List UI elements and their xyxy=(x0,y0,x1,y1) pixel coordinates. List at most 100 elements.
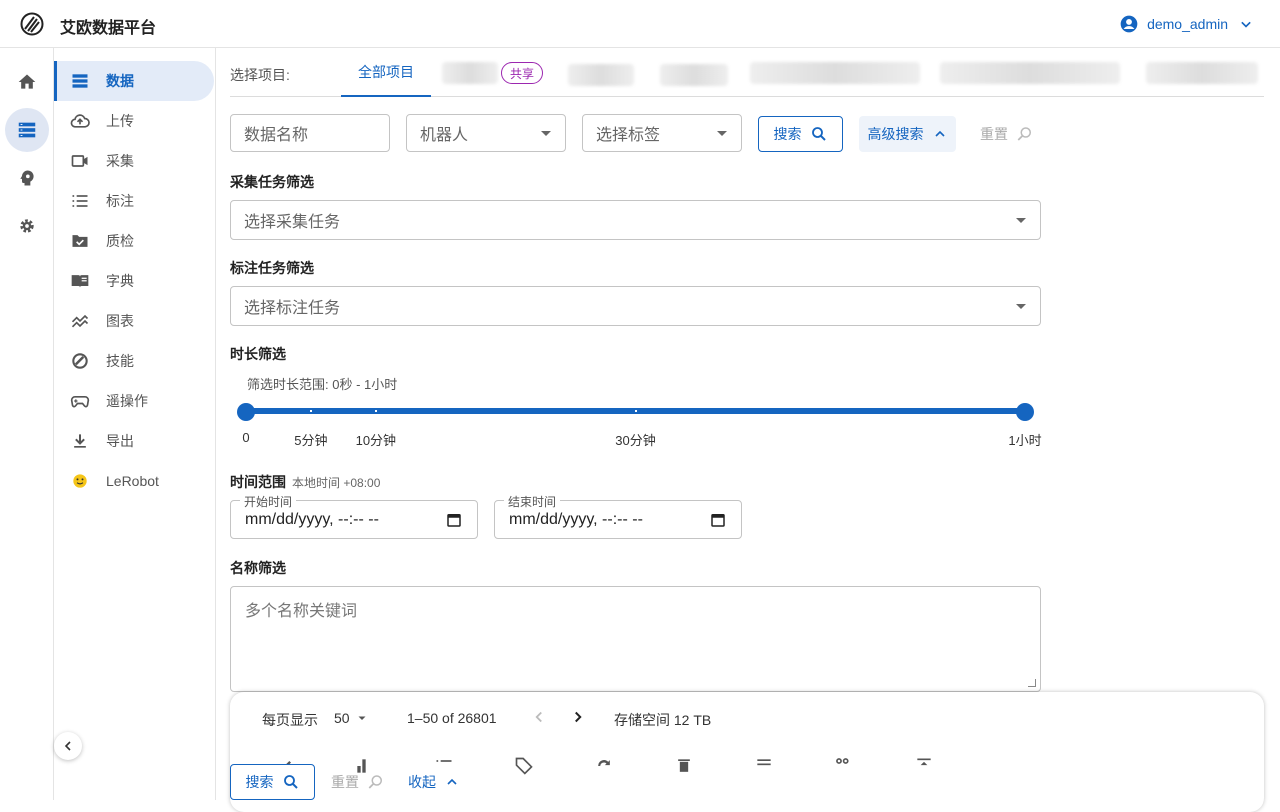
calendar-icon[interactable] xyxy=(445,511,463,529)
rail-psychology[interactable] xyxy=(5,156,49,200)
caret-down-icon xyxy=(1016,304,1026,309)
resize-handle[interactable] xyxy=(1028,679,1036,687)
sidebar-item-collect[interactable]: 采集 xyxy=(54,141,214,181)
merge-icon[interactable] xyxy=(834,756,854,776)
cloud-upload-icon xyxy=(70,114,90,128)
gear-icon xyxy=(20,219,34,233)
bottom-reset-button[interactable]: 重置 xyxy=(331,764,385,800)
rail-storage[interactable] xyxy=(5,108,49,152)
slider-tick xyxy=(374,410,377,412)
label-task-placeholder: 选择标注任务 xyxy=(244,300,341,317)
pagination-toolbar: 每页显示 50 1–50 of 26801 存储空间 12 TB xyxy=(230,692,1264,812)
calendar-icon[interactable] xyxy=(709,511,727,529)
slider-mark-label: 0 xyxy=(242,430,250,445)
sidebar-item-charts[interactable]: 图表 xyxy=(54,301,214,341)
advanced-search-button[interactable]: 高级搜索 xyxy=(859,116,956,152)
collect-task-select[interactable]: 选择采集任务 xyxy=(230,200,1041,240)
sidebar-item-dictionary[interactable]: 字典 xyxy=(54,261,214,301)
slider-thumb-max[interactable] xyxy=(1016,403,1034,421)
rail-home[interactable] xyxy=(5,60,49,104)
search-off-icon xyxy=(1017,127,1031,141)
advanced-search-label: 高级搜索 xyxy=(867,126,924,142)
sidebar-item-label: 导出 xyxy=(106,433,134,449)
chevron-left-icon[interactable] xyxy=(530,708,548,726)
reset-button-label: 重置 xyxy=(980,126,1008,142)
collapse-filters-button[interactable]: 收起 xyxy=(408,764,460,800)
label-task-select[interactable]: 选择标注任务 xyxy=(230,286,1041,326)
app-title: 艾欧数据平台 xyxy=(60,20,157,37)
sidebar-item-label: 标注 xyxy=(106,193,134,209)
collapse-filters-label: 收起 xyxy=(408,774,436,790)
sidebar-item-export[interactable]: 导出 xyxy=(54,421,214,461)
slider-mark-label: 1小时 xyxy=(1008,433,1042,448)
collect-filter-label: 采集任务筛选 xyxy=(230,174,314,190)
sidebar-item-label: 遥操作 xyxy=(106,393,148,409)
reset-button[interactable]: 重置 xyxy=(980,116,1034,152)
end-time-legend: 结束时间 xyxy=(504,493,561,510)
gamepad-icon xyxy=(70,396,90,408)
name-keywords-textarea[interactable]: 多个名称关键词 xyxy=(230,586,1041,692)
bottom-search-button[interactable]: 搜索 xyxy=(230,764,315,800)
tab-blurred[interactable] xyxy=(568,64,634,86)
robot-select[interactable]: 机器人 xyxy=(406,114,566,152)
tab-blurred[interactable] xyxy=(940,62,1120,84)
sidebar-item-data[interactable]: 数据 xyxy=(54,61,214,101)
sidebar-item-label: 数据 xyxy=(106,73,134,89)
format-list-icon xyxy=(72,195,88,207)
tab-blurred[interactable] xyxy=(1146,62,1258,84)
refresh-icon[interactable] xyxy=(594,756,614,776)
start-time-legend: 开始时间 xyxy=(240,493,297,510)
tag-icon[interactable] xyxy=(514,756,534,776)
sidebar-item-label: 上传 xyxy=(106,113,134,129)
caret-down-icon xyxy=(1016,218,1026,223)
tab-all-projects[interactable]: 全部项目 xyxy=(341,48,431,97)
sidebar-item-teleop[interactable]: 遥操作 xyxy=(54,381,214,421)
chevron-right-icon[interactable] xyxy=(569,708,587,726)
timezone-note: 本地时间 +08:00 xyxy=(292,476,381,490)
side-nav: 数据 上传 采集 标注 质检 字典 图表 技能 遥操作 导出 LeRobot xyxy=(54,48,216,800)
start-time-field[interactable]: 开始时间 mm/dd/yyyy, --:-- -- xyxy=(230,493,478,539)
list-icon xyxy=(72,74,88,88)
slider-thumb-min[interactable] xyxy=(237,403,255,421)
tabs-label: 选择项目: xyxy=(230,67,290,83)
end-time-value: mm/dd/yyyy, --:-- -- xyxy=(509,510,643,528)
data-name-input[interactable]: 数据名称 xyxy=(230,114,390,152)
slider-tick xyxy=(309,410,312,412)
collapse-sidebar-button[interactable] xyxy=(54,732,82,760)
page-range: 1–50 of 26801 xyxy=(407,710,497,726)
label-filter-label: 标注任务筛选 xyxy=(230,260,314,276)
storage-usage: 存储空间 12 TB xyxy=(614,712,712,728)
search-off-icon xyxy=(368,775,382,789)
vertical-align-top-icon[interactable] xyxy=(914,756,934,776)
chevron-left-icon xyxy=(64,741,71,751)
rail-settings[interactable] xyxy=(5,204,49,248)
end-time-field[interactable]: 结束时间 mm/dd/yyyy, --:-- -- xyxy=(494,493,742,539)
collect-task-placeholder: 选择采集任务 xyxy=(244,214,341,231)
logo-icon xyxy=(20,12,44,36)
sidebar-item-skills[interactable]: 技能 xyxy=(54,341,214,381)
sidebar-item-annotate[interactable]: 标注 xyxy=(54,181,214,221)
user-menu[interactable]: demo_admin xyxy=(1119,14,1256,34)
sidebar-item-label: 质检 xyxy=(106,233,134,249)
sidebar-item-qc[interactable]: 质检 xyxy=(54,221,214,261)
main-content: 选择项目: 全部项目 共享 数据名称 机器人 选择标签 搜索 高级搜索 重置 采… xyxy=(216,48,1280,812)
tab-blurred[interactable] xyxy=(442,62,498,84)
slider-mark-label: 10分钟 xyxy=(355,433,397,448)
sidebar-item-lerobot[interactable]: LeRobot xyxy=(54,461,214,501)
tab-blurred[interactable] xyxy=(750,62,920,84)
rows-per-page-select[interactable]: 50 xyxy=(334,710,368,726)
caret-down-icon xyxy=(717,131,727,136)
menu-icon[interactable] xyxy=(754,756,774,776)
sidebar-item-upload[interactable]: 上传 xyxy=(54,101,214,141)
search-button[interactable]: 搜索 xyxy=(758,116,843,152)
icon-rail xyxy=(0,48,54,800)
storage-icon xyxy=(18,122,36,138)
user-name: demo_admin xyxy=(1147,16,1228,32)
tag-select[interactable]: 选择标签 xyxy=(582,114,742,152)
project-tabs: 选择项目: 全部项目 共享 xyxy=(230,48,1264,97)
delete-icon[interactable] xyxy=(674,756,694,776)
time-range-label: 时间范围 本地时间 +08:00 xyxy=(230,472,380,492)
duration-filter-label: 时长筛选 xyxy=(230,346,286,362)
tab-blurred[interactable] xyxy=(660,64,728,86)
account-icon xyxy=(1120,15,1138,33)
